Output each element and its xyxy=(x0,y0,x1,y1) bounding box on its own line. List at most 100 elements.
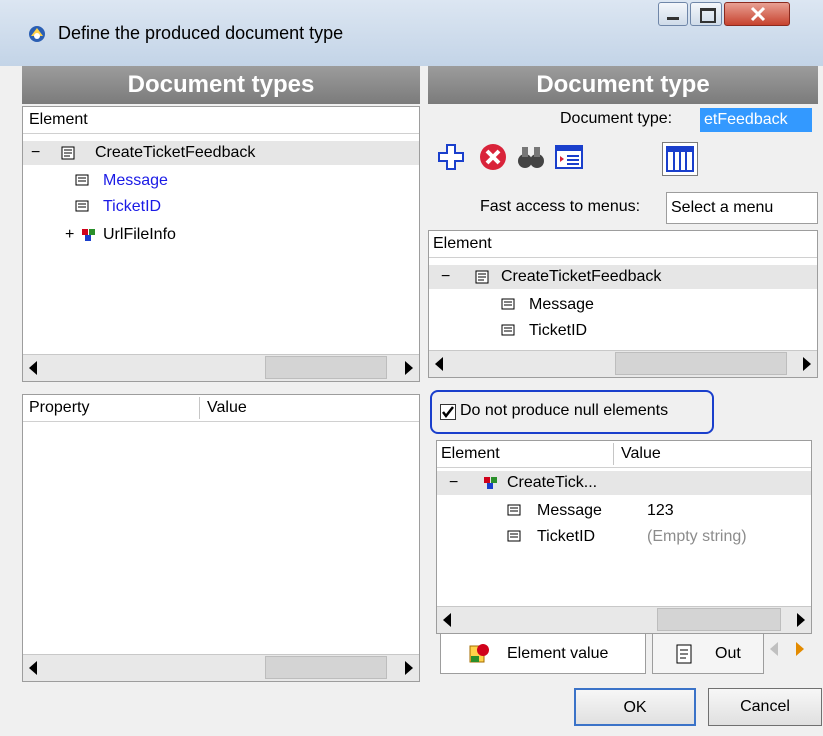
maximize-icon xyxy=(700,8,716,23)
properties-header: Property Value xyxy=(23,395,419,422)
checkmark-icon xyxy=(442,406,454,419)
ok-button[interactable]: OK xyxy=(574,688,696,726)
tab-label: Out xyxy=(715,645,741,662)
tree-item-message[interactable]: Message xyxy=(23,169,419,193)
maximize-button[interactable] xyxy=(690,2,722,26)
tree-item-ticketid[interactable]: TicketID xyxy=(429,319,817,343)
tree-item-label: Message xyxy=(529,296,594,313)
window-title: Define the produced document type xyxy=(58,23,344,43)
properties-panel: Property Value xyxy=(22,394,420,682)
left-tree-panel: Element − CreateTicketFeedback Message T… xyxy=(22,106,420,382)
tree-root-label: CreateTicketFeedback xyxy=(95,144,256,161)
delete-icon xyxy=(480,144,506,170)
left-tree-column-element[interactable]: Element xyxy=(23,107,419,134)
left-panel-header: Document types xyxy=(22,66,420,104)
tree-item-label: Message xyxy=(103,172,168,189)
column-property[interactable]: Property xyxy=(29,395,89,421)
delete-button[interactable] xyxy=(478,142,508,172)
properties-hscrollbar[interactable] xyxy=(23,654,419,681)
document-icon xyxy=(475,270,489,284)
values-row-value[interactable]: 123 xyxy=(647,499,674,523)
tree-item-label: TicketID xyxy=(529,322,588,339)
values-root-label: CreateTick... xyxy=(507,474,598,491)
right-tree-column-element[interactable]: Element xyxy=(429,231,817,258)
tab-out[interactable]: Out xyxy=(652,634,764,674)
right-tree-panel: Element − CreateTicketFeedback Message T… xyxy=(428,230,818,378)
scroll-left-icon[interactable] xyxy=(443,613,451,627)
app-icon xyxy=(29,26,45,42)
tree-item-message[interactable]: Message xyxy=(429,293,817,317)
fast-access-select[interactable]: Select a menu xyxy=(666,192,818,224)
tree-item-label: UrlFileInfo xyxy=(103,226,176,243)
values-row-name: Message xyxy=(537,502,602,519)
tab-label: Element value xyxy=(507,645,609,662)
scroll-left-icon[interactable] xyxy=(29,661,37,675)
view-icon xyxy=(555,145,583,169)
values-row-name: TicketID xyxy=(537,528,596,545)
values-row-value[interactable]: (Empty string) xyxy=(647,525,747,549)
field-icon xyxy=(501,298,515,310)
doc-type-input[interactable]: etFeedback xyxy=(700,108,812,132)
cancel-button[interactable]: Cancel xyxy=(708,688,822,726)
tree-item-label: TicketID xyxy=(103,198,162,215)
scroll-left-icon[interactable] xyxy=(435,357,443,371)
tab-element-value[interactable]: Element value xyxy=(440,634,646,674)
column-element[interactable]: Element xyxy=(441,441,500,467)
left-tree-hscrollbar[interactable] xyxy=(23,354,419,381)
table-view-toggle[interactable] xyxy=(662,142,698,176)
scroll-thumb[interactable] xyxy=(615,352,787,375)
table-icon xyxy=(666,146,694,172)
scroll-right-icon[interactable] xyxy=(405,361,413,375)
view-button[interactable] xyxy=(554,142,584,172)
tree-root[interactable]: − CreateTicketFeedback xyxy=(429,265,817,289)
scroll-thumb[interactable] xyxy=(265,656,387,679)
tree-item-urlfileinfo[interactable]: + UrlFileInfo xyxy=(23,223,419,247)
checkbox-label[interactable]: Do not produce null elements xyxy=(460,402,668,420)
tab-scroll-left-icon[interactable] xyxy=(770,642,778,656)
column-value[interactable]: Value xyxy=(207,395,247,421)
scroll-right-icon[interactable] xyxy=(803,357,811,371)
binoculars-icon xyxy=(518,147,544,168)
close-button[interactable] xyxy=(724,2,790,26)
document-icon xyxy=(61,146,75,160)
tree-root[interactable]: − CreateTicketFeedback xyxy=(23,141,419,165)
collapse-icon[interactable]: − xyxy=(449,471,458,495)
values-hscrollbar[interactable] xyxy=(437,606,811,633)
minimize-button[interactable] xyxy=(658,2,688,26)
scroll-right-icon[interactable] xyxy=(405,661,413,675)
field-icon xyxy=(507,530,521,542)
values-row-message[interactable]: Message 123 xyxy=(437,499,811,523)
values-row-ticketid[interactable]: TicketID (Empty string) xyxy=(437,525,811,549)
tree-item-ticketid[interactable]: TicketID xyxy=(23,195,419,219)
field-icon xyxy=(501,324,515,336)
field-icon xyxy=(507,504,521,516)
fast-access-label: Fast access to menus: xyxy=(480,198,641,215)
element-value-icon xyxy=(469,644,489,663)
values-panel: Element Value − CreateTick... Message 12… xyxy=(436,440,812,634)
minimize-icon xyxy=(667,17,679,20)
title-bar: Define the produced document type xyxy=(0,0,823,66)
expand-icon[interactable]: + xyxy=(65,223,74,247)
node-icon xyxy=(82,229,95,241)
scroll-thumb[interactable] xyxy=(657,608,781,631)
node-icon xyxy=(484,477,497,489)
values-header: Element Value xyxy=(437,441,811,468)
field-icon xyxy=(75,200,89,212)
find-button[interactable] xyxy=(516,142,546,172)
doc-type-label: Document type: xyxy=(560,110,673,127)
scroll-right-icon[interactable] xyxy=(797,613,805,627)
null-elements-checkbox[interactable] xyxy=(440,404,456,420)
right-tree-hscrollbar[interactable] xyxy=(429,350,817,377)
right-panel-header: Document type xyxy=(428,66,818,104)
document-icon xyxy=(676,644,692,664)
collapse-icon[interactable]: − xyxy=(441,265,450,289)
tab-scroll-right-icon[interactable] xyxy=(796,642,804,656)
tree-root-label: CreateTicketFeedback xyxy=(501,268,662,285)
dialog-window: Define the produced document type Docume… xyxy=(0,0,823,736)
add-button[interactable] xyxy=(436,142,466,172)
values-root[interactable]: − CreateTick... xyxy=(437,471,811,495)
collapse-icon[interactable]: − xyxy=(31,141,40,165)
scroll-left-icon[interactable] xyxy=(29,361,37,375)
scroll-thumb[interactable] xyxy=(265,356,387,379)
column-value[interactable]: Value xyxy=(621,441,661,467)
